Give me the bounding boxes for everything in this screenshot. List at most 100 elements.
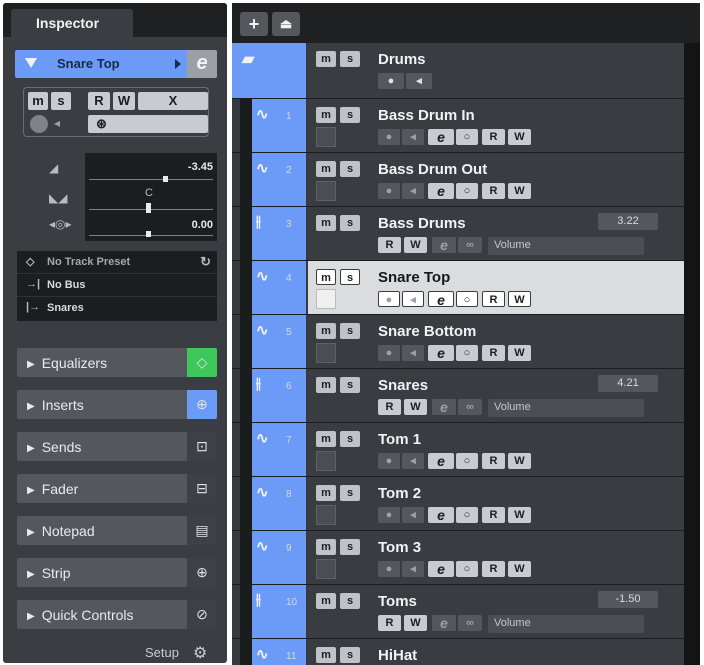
- mute-button[interactable]: m: [316, 215, 336, 231]
- automation-value[interactable]: 3.22: [598, 213, 658, 230]
- solo-button[interactable]: s: [51, 92, 71, 110]
- gear-icon[interactable]: ⚙: [193, 643, 207, 663]
- track-row[interactable]: ∿ 9 m s Tom 3 ● ◂ e ○ R W: [232, 531, 684, 585]
- mute-button[interactable]: m: [316, 539, 336, 555]
- section-strip[interactable]: Strip ⊕: [17, 558, 217, 587]
- solo-button[interactable]: s: [340, 431, 360, 447]
- monitor-state-icon[interactable]: ○: [456, 345, 478, 361]
- solo-button[interactable]: s: [340, 485, 360, 501]
- section-equalizers[interactable]: Equalizers ◇: [17, 348, 217, 377]
- track-row[interactable]: ∿ 4 m s Snare Top ● ◂ e ○ R W: [232, 261, 684, 315]
- record-enable-button[interactable]: ●: [378, 73, 404, 89]
- track-list-scrollbar[interactable]: [684, 43, 700, 665]
- pan-fader-handle[interactable]: [146, 203, 151, 213]
- solo-button[interactable]: s: [340, 161, 360, 177]
- edit-channel-settings-button[interactable]: e: [187, 50, 217, 78]
- link-icon[interactable]: ∞: [458, 615, 482, 631]
- record-enable-button[interactable]: ●: [378, 507, 400, 523]
- edit-channel-button[interactable]: e: [428, 561, 454, 577]
- read-automation-button[interactable]: R: [378, 399, 401, 415]
- monitor-state-icon[interactable]: ○: [456, 291, 478, 307]
- arrow-right-icon[interactable]: [175, 59, 181, 69]
- monitor-button[interactable]: ◂: [402, 183, 424, 199]
- track-row[interactable]: ∿ 8 m s Tom 2 ● ◂ e ○ R W: [232, 477, 684, 531]
- inspector-tab[interactable]: Inspector: [11, 9, 133, 39]
- read-automation-button[interactable]: R: [88, 92, 110, 110]
- write-automation-button[interactable]: W: [508, 453, 531, 469]
- reload-icon[interactable]: ↻: [200, 254, 211, 270]
- mute-button[interactable]: m: [316, 107, 336, 123]
- notepad-icon[interactable]: ▤: [187, 516, 217, 545]
- solo-button[interactable]: s: [340, 107, 360, 123]
- write-automation-button[interactable]: W: [508, 183, 531, 199]
- write-automation-button[interactable]: W: [113, 92, 135, 110]
- write-automation-button[interactable]: W: [508, 507, 531, 523]
- edit-channel-button[interactable]: e: [428, 453, 454, 469]
- read-automation-button[interactable]: R: [482, 291, 505, 307]
- track-checkbox[interactable]: [316, 505, 336, 525]
- automation-parameter[interactable]: Volume: [488, 615, 644, 633]
- read-automation-button[interactable]: R: [482, 183, 505, 199]
- mute-button[interactable]: m: [28, 92, 48, 110]
- edit-channel-button[interactable]: e: [432, 615, 456, 631]
- track-checkbox[interactable]: [316, 289, 336, 309]
- solo-button[interactable]: s: [340, 539, 360, 555]
- edit-channel-button[interactable]: e: [428, 129, 454, 145]
- record-enable-button[interactable]: ●: [378, 561, 400, 577]
- solo-button[interactable]: s: [340, 593, 360, 609]
- track-preset-row[interactable]: ◇ No Track Preset ↻: [17, 251, 217, 274]
- read-automation-button[interactable]: R: [482, 129, 505, 145]
- monitor-state-icon[interactable]: ○: [456, 183, 478, 199]
- monitor-button[interactable]: ◂: [402, 291, 424, 307]
- automation-parameter[interactable]: Volume: [488, 399, 644, 417]
- solo-button[interactable]: s: [340, 377, 360, 393]
- track-checkbox[interactable]: [316, 451, 336, 471]
- monitor-button[interactable]: ◂: [402, 129, 424, 145]
- track-checkbox[interactable]: [316, 181, 336, 201]
- mute-button[interactable]: m: [316, 431, 336, 447]
- read-automation-button[interactable]: R: [482, 345, 505, 361]
- input-transformer-button[interactable]: ⊛: [88, 115, 208, 133]
- monitor-icon[interactable]: ◂: [54, 116, 60, 130]
- volume-value[interactable]: -3.45: [188, 161, 213, 173]
- monitor-state-icon[interactable]: ○: [456, 129, 478, 145]
- record-enable-icon[interactable]: [30, 115, 48, 133]
- read-automation-button[interactable]: R: [482, 453, 505, 469]
- delay-value[interactable]: 0.00: [192, 219, 213, 231]
- write-automation-button[interactable]: W: [404, 237, 427, 253]
- solo-button[interactable]: s: [340, 269, 360, 285]
- automation-parameter[interactable]: Volume: [488, 237, 644, 255]
- record-enable-button[interactable]: ●: [378, 453, 400, 469]
- strip-icon[interactable]: ⊕: [187, 558, 217, 587]
- section-notepad[interactable]: Notepad ▤: [17, 516, 217, 545]
- automation-value[interactable]: 4.21: [598, 375, 658, 392]
- track-row[interactable]: ⫲ 10 m s Toms R We ∞ Volume -1.50: [232, 585, 684, 639]
- read-automation-button[interactable]: R: [482, 507, 505, 523]
- track-row[interactable]: ∿ 2 m s Bass Drum Out ● ◂ e ○ R W: [232, 153, 684, 207]
- section-fader[interactable]: Fader ⊟: [17, 474, 217, 503]
- write-automation-button[interactable]: W: [508, 345, 531, 361]
- track-row[interactable]: ∿11msHiHat●◂e○RW: [232, 639, 684, 665]
- inserts-icon[interactable]: ⊕: [187, 390, 217, 419]
- track-checkbox[interactable]: [316, 127, 336, 147]
- quick-controls-icon[interactable]: ⊘: [187, 600, 217, 629]
- edit-channel-button[interactable]: e: [428, 345, 454, 361]
- mute-button[interactable]: m: [316, 323, 336, 339]
- freeze-button[interactable]: X: [138, 92, 208, 110]
- edit-channel-button[interactable]: e: [428, 507, 454, 523]
- read-automation-button[interactable]: R: [378, 615, 401, 631]
- edit-channel-button[interactable]: e: [428, 183, 454, 199]
- add-track-button[interactable]: +: [240, 12, 268, 36]
- fader-icon[interactable]: ⊟: [187, 474, 217, 503]
- volume-fader-handle[interactable]: [163, 176, 168, 182]
- link-icon[interactable]: ∞: [458, 399, 482, 415]
- mute-button[interactable]: m: [316, 647, 336, 663]
- edit-channel-button[interactable]: e: [432, 237, 456, 253]
- monitor-state-icon[interactable]: ○: [456, 453, 478, 469]
- folder-track-button[interactable]: ⏏: [272, 12, 300, 36]
- track-row[interactable]: ⫲ 3 m s Bass Drums R We ∞ Volume 3.22: [232, 207, 684, 261]
- monitor-button[interactable]: ◂: [402, 345, 424, 361]
- edit-channel-button[interactable]: e: [432, 399, 456, 415]
- track-row[interactable]: ∿ 1 m s Bass Drum In ● ◂ e ○ R W: [232, 99, 684, 153]
- mute-button[interactable]: m: [316, 51, 336, 67]
